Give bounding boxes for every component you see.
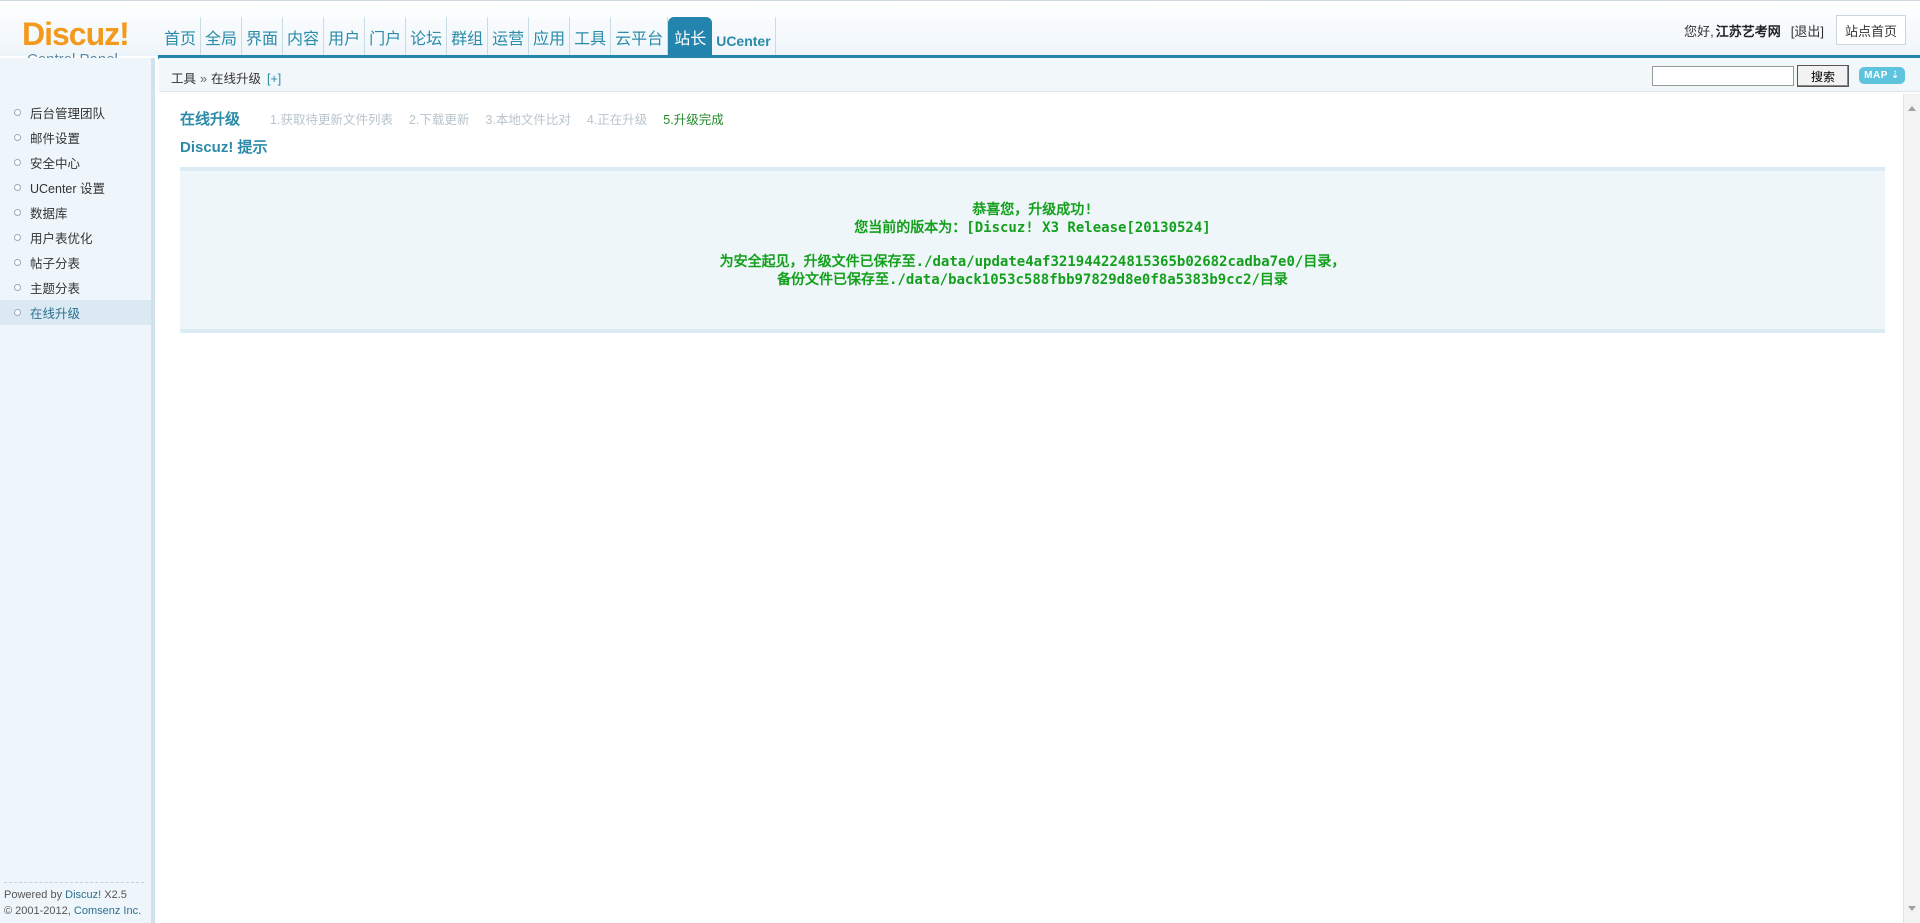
sidebar-menu: 后台管理团队 邮件设置 安全中心 UCenter 设置 数据库 用户表优化 帖子…: [0, 100, 151, 325]
sidebar-item-ucenter-settings[interactable]: UCenter 设置: [0, 175, 151, 200]
bullet-icon: [14, 284, 21, 291]
upgrade-panel: 在线升级 1.获取待更新文件列表 2.下载更新 3.本地文件比对 4.正在升级 …: [180, 108, 1885, 333]
sidebar-item-label: 主题分表: [30, 282, 81, 296]
copyright-text: © 2001-2012,: [4, 905, 71, 917]
tip-title: Discuz! 提示: [180, 139, 268, 156]
sidebar-item-label: UCenter 设置: [30, 182, 106, 196]
product-link[interactable]: Discuz!: [65, 889, 101, 901]
nav-item-extended[interactable]: 运营: [488, 17, 530, 55]
bullet-icon: [14, 234, 21, 241]
section-title: 在线升级: [180, 110, 241, 128]
add-shortcut-link[interactable]: [+]: [267, 72, 281, 86]
sidebar-item-label: 安全中心: [30, 157, 81, 171]
nav-item-founder[interactable]: 站长: [668, 17, 713, 55]
bullet-icon: [14, 209, 21, 216]
sidebar-item-database[interactable]: 数据库: [0, 200, 151, 225]
sidebar-item-mail[interactable]: 邮件设置: [0, 125, 151, 150]
search-button[interactable]: 搜索: [1797, 65, 1849, 87]
breadcrumb-separator: »: [200, 72, 207, 86]
sidebar-item-security[interactable]: 安全中心: [0, 150, 151, 175]
site-home-button[interactable]: 站点首页: [1835, 15, 1906, 45]
search-input[interactable]: [1652, 66, 1794, 86]
nav-item-forum[interactable]: 论坛: [406, 17, 448, 55]
nav-item-user[interactable]: 用户: [324, 17, 366, 55]
sidebar-item-label: 在线升级: [30, 307, 81, 321]
nav-item-group[interactable]: 群组: [447, 17, 489, 55]
nav-item-global[interactable]: 全局: [201, 17, 243, 55]
nav-item-portal[interactable]: 门户: [365, 17, 407, 55]
vertical-scrollbar[interactable]: [1903, 94, 1920, 923]
backup-path-message: 备份文件已保存至./data/back1053c588fbb97829d8e0f…: [777, 272, 1288, 288]
username: 江苏艺考网: [1715, 23, 1781, 39]
version-message: 您当前的版本为：[Discuz! X3 Release[20130524]: [854, 220, 1211, 236]
step-1: 1.获取待更新文件列表: [270, 112, 393, 127]
bullet-icon: [14, 134, 21, 141]
success-message: 恭喜您，升级成功!: [972, 202, 1093, 218]
logout-link[interactable]: [退出]: [1791, 21, 1824, 40]
breadcrumb: 工具 » 在线升级 [+]: [171, 68, 281, 87]
step-4: 4.正在升级: [586, 112, 648, 127]
nav-item-home[interactable]: 首页: [160, 17, 202, 55]
bullet-icon: [14, 184, 21, 191]
step-3: 3.本地文件比对: [485, 112, 571, 127]
header: Discuz! Control Panel 首页 全局 界面 内容 用户 门户 …: [0, 0, 1920, 68]
tip-message-box: 恭喜您，升级成功! 您当前的版本为：[Discuz! X3 Release[20…: [180, 167, 1885, 333]
nav-item-cloud[interactable]: 云平台: [611, 17, 669, 55]
nav-item-plugin[interactable]: 应用: [529, 17, 571, 55]
sidebar: 后台管理团队 邮件设置 安全中心 UCenter 设置 数据库 用户表优化 帖子…: [0, 58, 155, 923]
map-button[interactable]: MAP ⇣: [1859, 67, 1905, 84]
sidebar-item-label: 数据库: [30, 207, 68, 221]
sidebar-footer: Powered by Discuz! X2.5 © 2001-2012, Com…: [4, 882, 144, 919]
breadcrumb-bar: 工具 » 在线升级 [+] 搜索 MAP ⇣: [159, 58, 1920, 92]
upgrade-steps: 在线升级 1.获取待更新文件列表 2.下载更新 3.本地文件比对 4.正在升级 …: [180, 108, 1885, 128]
bullet-icon: [14, 309, 21, 316]
bullet-icon: [14, 109, 21, 116]
sidebar-item-online-upgrade[interactable]: 在线升级: [0, 300, 151, 325]
admin-frame: Discuz! Control Panel 首页 全局 界面 内容 用户 门户 …: [0, 0, 1920, 923]
upgrade-path-message: 为安全起见，升级文件已保存至./data/update4af3219442248…: [719, 254, 1346, 270]
version-text: X2.5: [104, 889, 127, 901]
bullet-icon: [14, 259, 21, 266]
sidebar-item-admin-team[interactable]: 后台管理团队: [0, 100, 151, 125]
sidebar-item-thread-split[interactable]: 主题分表: [0, 275, 151, 300]
sidebar-item-user-table[interactable]: 用户表优化: [0, 225, 151, 250]
main-content: 工具» 在线升级 [+] 搜索 MAP ⇣ 在线升级 1.获取待更新文件列表 2.下…: [159, 58, 1920, 923]
user-area: 您好, 江苏艺考网 [退出] 站点首页: [1684, 15, 1906, 45]
sidebar-item-label: 邮件设置: [30, 132, 81, 146]
step-5-current: 5.升级完成: [663, 112, 724, 127]
scroll-up-icon[interactable]: [1908, 106, 1916, 111]
nav-item-tools[interactable]: 工具: [570, 17, 612, 55]
sidebar-item-label: 用户表优化: [30, 232, 93, 246]
bullet-icon: [14, 159, 21, 166]
nav-item-style[interactable]: 界面: [242, 17, 284, 55]
company-link[interactable]: Comsenz Inc.: [74, 905, 141, 917]
top-nav: 首页 全局 界面 内容 用户 门户 论坛 群组 运营 应用 工具 云平台 站长 …: [160, 17, 776, 55]
powered-by-text: Powered by: [4, 889, 63, 901]
nav-item-content[interactable]: 内容: [283, 17, 325, 55]
breadcrumb-current: 在线升级: [210, 72, 261, 86]
sidebar-item-label: 帖子分表: [30, 257, 81, 271]
nav-item-ucenter[interactable]: UCenter: [712, 17, 776, 55]
logo-brand: Discuz!: [22, 16, 130, 52]
breadcrumb-root[interactable]: 工具: [171, 72, 196, 86]
sidebar-item-post-split[interactable]: 帖子分表: [0, 250, 151, 275]
sidebar-item-label: 后台管理团队: [30, 107, 106, 121]
greeting-text: 您好,: [1684, 23, 1714, 39]
step-2: 2.下载更新: [408, 112, 470, 127]
scroll-down-icon[interactable]: [1908, 906, 1916, 911]
